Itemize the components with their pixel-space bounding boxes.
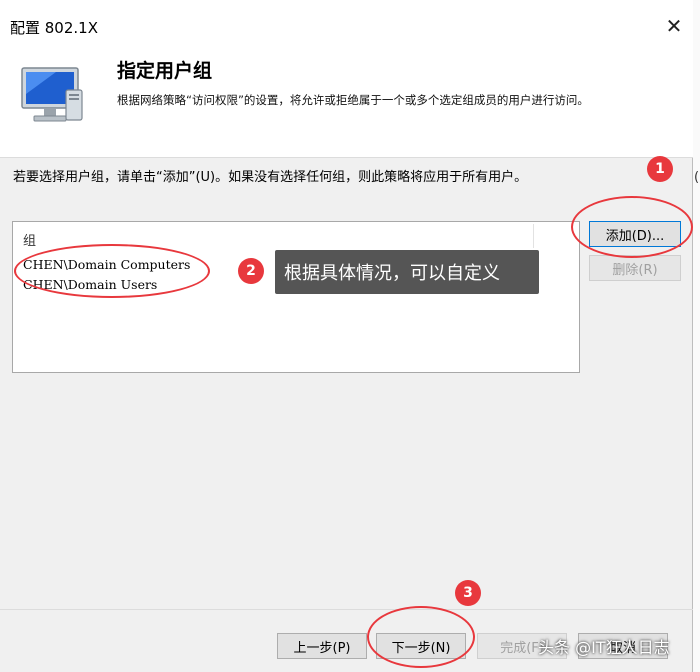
window-title: 配置 802.1X bbox=[10, 19, 98, 37]
page-description: 根据网络策略“访问权限”的设置，将允许或拒绝属于一个或多个选定组成员的用户进行访… bbox=[117, 93, 589, 107]
list-item[interactable]: CHEN\Domain Users bbox=[23, 277, 157, 292]
page-title: 指定用户组 bbox=[117, 60, 213, 82]
next-button[interactable]: 下一步(N) bbox=[376, 633, 466, 659]
annotation-badge-3: 3 bbox=[455, 580, 481, 606]
watermark: 头条 @IT狂人日志 bbox=[538, 638, 670, 657]
annotation-badge-2: 2 bbox=[238, 258, 264, 284]
instruction-text: 若要选择用户组，请单击“添加”(U)。如果没有选择任何组，则此策略将应用于所有用… bbox=[13, 170, 528, 185]
annotation-note: 根据具体情况，可以自定义 bbox=[275, 250, 539, 294]
close-icon[interactable]: ✕ bbox=[660, 12, 688, 40]
add-button[interactable]: 添加(D)... bbox=[589, 221, 681, 247]
annotation-badge-1: 1 bbox=[647, 156, 673, 182]
wizard-header: 指定用户组 根据网络策略“访问权限”的设置，将允许或拒绝属于一个或多个选定组成员… bbox=[0, 44, 693, 158]
column-header-group[interactable]: 组 bbox=[23, 230, 36, 249]
dialog-window: 配置 802.1X ✕ 指定用户组 根据网络策略“访问权限”的设置，将允许或拒绝… bbox=[0, 0, 693, 672]
group-list[interactable]: 组 CHEN\Domain Computers CHEN\Domain User… bbox=[12, 221, 580, 373]
list-item[interactable]: CHEN\Domain Computers bbox=[23, 257, 190, 272]
remove-button[interactable]: 删除(R) bbox=[589, 255, 681, 281]
title-bar: 配置 802.1X ✕ bbox=[0, 0, 693, 44]
background-window-edge: ( bbox=[693, 0, 700, 672]
column-separator bbox=[533, 224, 534, 248]
previous-button[interactable]: 上一步(P) bbox=[277, 633, 367, 659]
edge-glyph: ( bbox=[694, 170, 700, 185]
monitor-icon bbox=[21, 67, 83, 122]
footer-divider bbox=[0, 609, 693, 610]
